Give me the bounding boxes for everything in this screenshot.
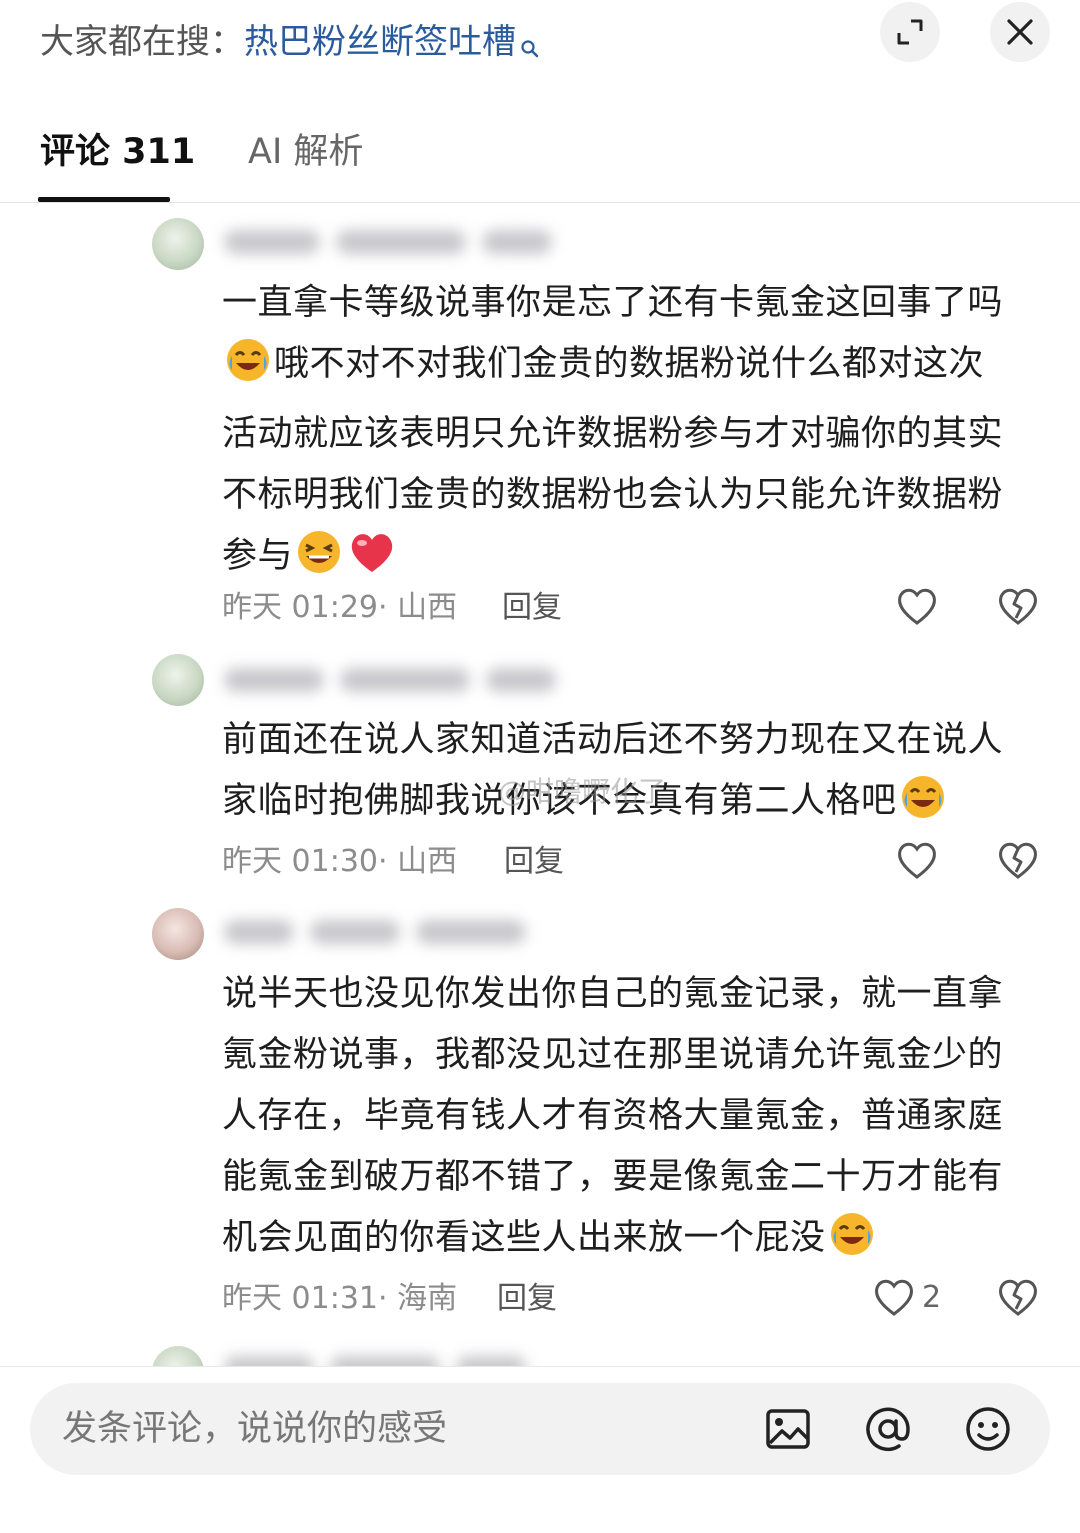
broken-heart-icon (999, 588, 1037, 625)
search-hint-prefix: 大家都在搜： (40, 22, 244, 62)
comment-time-location: 昨天 01:30· 山西 (222, 844, 458, 879)
expand-button[interactable] (880, 2, 940, 62)
comment-line: 能氪金到破万都不错了，要是像氪金二十万才能有 (222, 1157, 1004, 1197)
watermark: @咁噜嘢化了 (498, 775, 667, 808)
tab-comments[interactable]: 评论 311 (40, 128, 195, 176)
heart-icon (875, 1279, 913, 1316)
like-button[interactable] (895, 585, 939, 627)
reply-button[interactable]: 回复 (497, 1279, 557, 1319)
top-bar: 大家都在搜：热巴粉丝断签吐槽 (0, 0, 1080, 95)
comment-tabs: 评论 311 AI 解析 (0, 110, 1080, 203)
comment-line: 哦不对不对我们金贵的数据粉说什么都对这次 (222, 334, 1042, 404)
comment-text: 说半天也没见你发出你自己的氪金记录，就一直拿 氪金粉说事，我都没见过在那里说请允… (222, 964, 1042, 1278)
reply-button[interactable]: 回复 (502, 588, 562, 628)
active-tab-indicator (38, 197, 170, 202)
grin-emoji (295, 528, 343, 596)
comment-line: 不标明我们金贵的数据粉也会认为只能允许数据粉 (222, 475, 1004, 515)
like-button[interactable]: 2 (872, 1276, 941, 1318)
comment-time-location: 昨天 01:29· 山西 (222, 590, 458, 625)
image-button[interactable] (764, 1405, 812, 1453)
at-icon (866, 1407, 910, 1452)
search-icon (520, 24, 540, 72)
dislike-button[interactable] (996, 585, 1040, 631)
image-icon (766, 1409, 810, 1449)
dislike-button[interactable] (996, 839, 1040, 885)
laugh-cry-emoji (828, 1210, 876, 1278)
broken-heart-icon (999, 842, 1037, 879)
comment-line: 氪金粉说事，我都没见过在那里说请允许氪金少的 (222, 1035, 1004, 1075)
comment-input-placeholder: 发条评论，说说你的感受 (62, 1409, 448, 1449)
comment-line: 活动就应该表明只允许数据粉参与才对骗你的其实 (222, 414, 1004, 454)
laugh-cry-emoji (224, 336, 272, 404)
comment-composer: 发条评论，说说你的感受 (0, 1366, 1080, 1533)
comment-line-text: 参与 (222, 536, 294, 576)
comment-line: 人存在，毕竟有钱人才有资格大量氪金，普通家庭 (222, 1096, 1004, 1136)
blurred-username (224, 226, 552, 258)
close-button[interactable] (990, 2, 1050, 62)
close-icon (1007, 19, 1033, 45)
dislike-button[interactable] (996, 1276, 1040, 1322)
avatar[interactable] (152, 654, 204, 706)
comment-line: 前面还在说人家知道活动后还不努力现在又在说人 (222, 720, 1004, 760)
emoji-button[interactable] (964, 1405, 1012, 1453)
blurred-username (224, 916, 526, 948)
red-heart-emoji (347, 528, 397, 596)
laugh-cry-emoji (899, 773, 947, 841)
emoji-icon (966, 1407, 1010, 1451)
heart-icon (898, 588, 936, 625)
comment-line: 一直拿卡等级说事你是忘了还有卡氪金这回事了吗 (222, 283, 1004, 323)
comment-time-location: 昨天 01:31· 海南 (222, 1281, 458, 1316)
broken-heart-icon (999, 1279, 1037, 1316)
comment-line: 说半天也没见你发出你自己的氪金记录，就一直拿 (222, 974, 1004, 1014)
search-hint-term[interactable]: 热巴粉丝断签吐槽 (244, 22, 516, 62)
avatar[interactable] (152, 908, 204, 960)
trending-search-hint[interactable]: 大家都在搜：热巴粉丝断签吐槽 (40, 18, 540, 72)
reply-button[interactable]: 回复 (504, 842, 564, 882)
comment-input[interactable]: 发条评论，说说你的感受 (30, 1383, 1050, 1475)
tab-ai-analysis[interactable]: AI 解析 (248, 128, 363, 176)
like-button[interactable] (895, 839, 939, 881)
comment-text: 一直拿卡等级说事你是忘了还有卡氪金这回事了吗 哦不对不对我们金贵的数据粉说什么都… (222, 273, 1042, 596)
next-comment-peek (0, 1338, 1080, 1368)
expand-icon (897, 19, 923, 45)
avatar[interactable] (152, 1346, 204, 1368)
heart-icon (898, 842, 936, 879)
comment-line-text: 机会见面的你看这些人出来放一个屁没 (222, 1218, 826, 1258)
like-count: 2 (922, 1279, 942, 1315)
avatar[interactable] (152, 218, 204, 270)
comment-line: 机会见面的你看这些人出来放一个屁没 (222, 1208, 1042, 1278)
blurred-username (224, 664, 556, 696)
comment-line-text: 哦不对不对我们金贵的数据粉说什么都对这次 (274, 344, 985, 384)
mention-button[interactable] (864, 1405, 912, 1453)
